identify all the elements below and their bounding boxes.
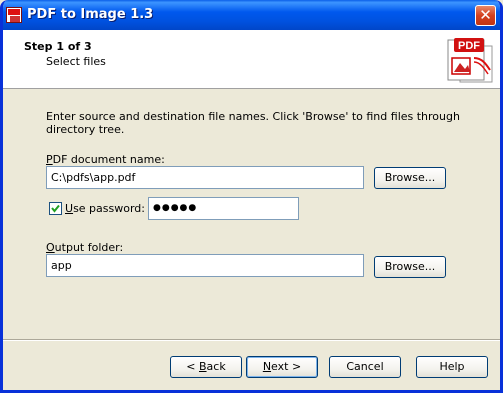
title-bar[interactable]: PDF to Image 1.3 ✕ xyxy=(3,0,500,30)
pdf-to-image-icon xyxy=(6,7,22,23)
next-button[interactable]: Next > xyxy=(246,356,318,378)
instructions-text: Enter source and destination file names.… xyxy=(46,110,460,136)
password-input[interactable]: ●●●●● xyxy=(148,197,299,220)
wizard-window: PDF to Image 1.3 ✕ Step 1 of 3 Select fi… xyxy=(0,0,503,393)
browse-pdf-button[interactable]: Browse... xyxy=(374,167,446,189)
svg-text:PDF: PDF xyxy=(458,40,480,52)
cancel-button[interactable]: Cancel xyxy=(329,356,401,378)
step-title: Step 1 of 3 xyxy=(24,40,92,53)
checkmark-icon xyxy=(51,204,60,213)
browse-output-button[interactable]: Browse... xyxy=(374,256,446,278)
close-button[interactable]: ✕ xyxy=(475,5,496,26)
pdf-document-input[interactable]: C:\pdfs\app.pdf xyxy=(46,166,364,189)
use-password-label[interactable]: Use password: xyxy=(65,202,145,215)
output-folder-label: Output folder: xyxy=(46,241,124,254)
step-subtitle: Select files xyxy=(46,55,106,68)
wizard-header: Step 1 of 3 Select files PDF xyxy=(3,30,500,89)
output-folder-input[interactable]: app xyxy=(46,254,364,277)
window-title: PDF to Image 1.3 xyxy=(27,7,154,22)
close-icon: ✕ xyxy=(479,6,492,24)
footer-separator xyxy=(3,339,500,341)
back-button[interactable]: < Back xyxy=(170,356,242,378)
pdf-to-image-logo: PDF xyxy=(447,38,493,83)
pdf-document-label: PDF document name: xyxy=(46,153,165,166)
help-button[interactable]: Help xyxy=(416,356,488,378)
use-password-checkbox[interactable] xyxy=(49,202,62,215)
